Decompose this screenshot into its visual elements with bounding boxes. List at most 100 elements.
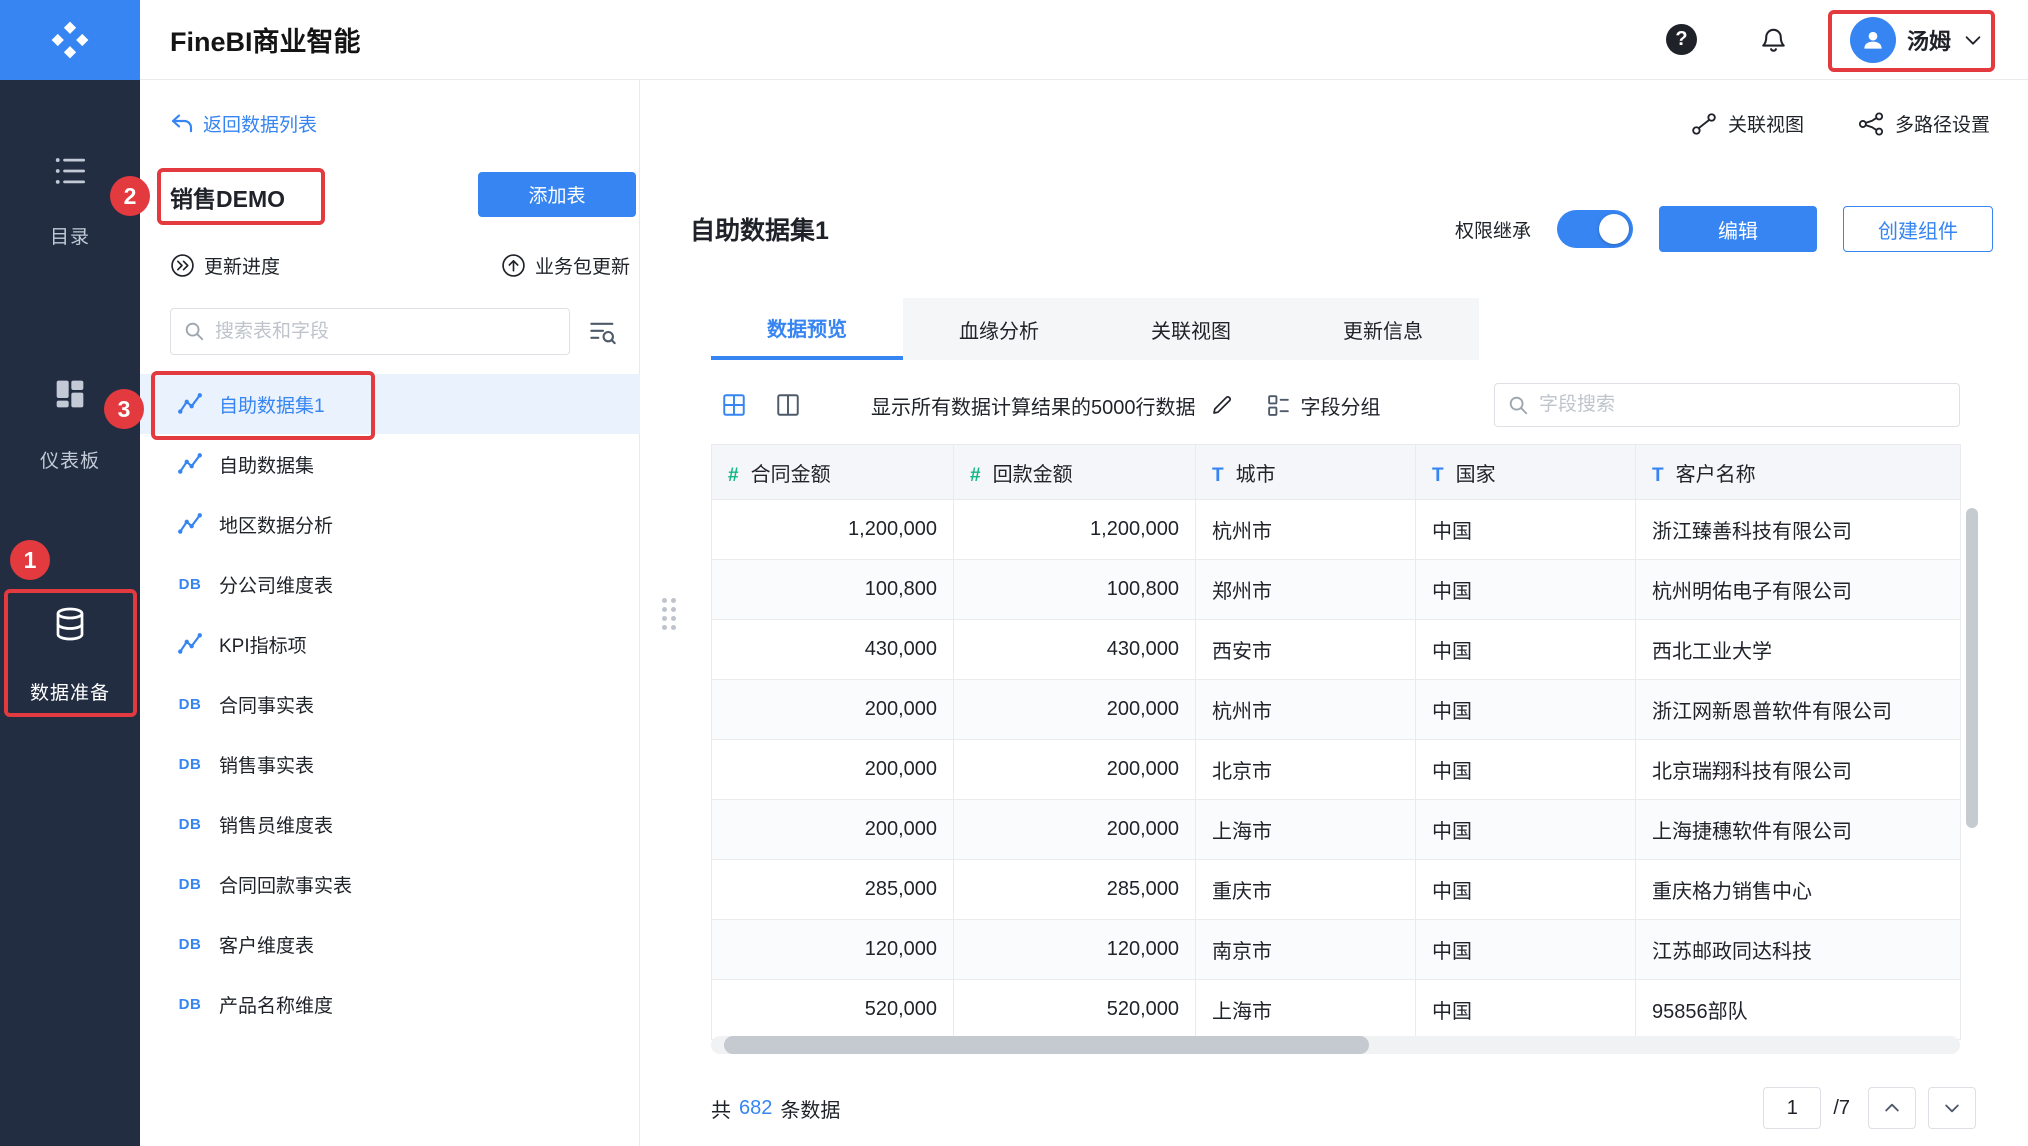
panel-resize-handle[interactable] — [662, 598, 676, 630]
list-item[interactable]: DB 分公司维度表 — [140, 554, 640, 614]
package-title[interactable]: 销售DEMO — [170, 180, 285, 214]
column-header[interactable]: T 城市 — [1195, 444, 1416, 500]
user-menu[interactable]: 汤姆 — [1849, 16, 1984, 63]
related-view-link[interactable]: 关联视图 — [1691, 110, 1804, 137]
database-icon — [56, 607, 84, 641]
list-item[interactable]: DB 销售员维度表 — [140, 794, 640, 854]
catalog-list-icon — [55, 158, 85, 184]
table-cell: 北京市 — [1195, 739, 1416, 800]
nav-item-data-preparation[interactable]: 数据准备 — [0, 606, 140, 705]
tab-data-preview[interactable]: 数据预览 — [711, 298, 903, 360]
column-header[interactable]: T 国家 — [1415, 444, 1636, 500]
update-progress-button[interactable]: 更新进度 — [170, 252, 280, 279]
table-row: 285,000 285,000 重庆市 中国 重庆格力销售中心 — [711, 859, 1961, 920]
table-row: 120,000 120,000 南京市 中国 江苏邮政同达科技 — [711, 919, 1961, 980]
dashboard-icon — [56, 380, 84, 408]
permission-label: 权限继承 — [1454, 220, 1531, 242]
field-group-label: 字段分组 — [1300, 396, 1381, 419]
horizontal-scrollbar[interactable] — [711, 1036, 1960, 1054]
list-filter-icon[interactable] — [584, 311, 622, 353]
table-row: 200,000 200,000 杭州市 中国 浙江网新恩普软件有限公司 — [711, 679, 1961, 740]
table-cell: 285,000 — [953, 859, 1196, 920]
back-to-data-list-link[interactable]: 返回数据列表 — [170, 110, 317, 137]
upload-circle-icon — [502, 254, 525, 277]
table-cell: 430,000 — [711, 619, 954, 680]
list-item[interactable]: 地区数据分析 — [140, 494, 640, 554]
table-cell: 200,000 — [953, 799, 1196, 860]
total-records: 共 682 条数据 — [711, 1094, 840, 1123]
table-cell: 200,000 — [711, 679, 954, 740]
previous-page-button[interactable] — [1868, 1087, 1916, 1129]
list-item[interactable]: 自助数据集1 — [140, 374, 640, 434]
table-cell: 中国 — [1415, 859, 1636, 920]
line-chart-icon — [174, 631, 206, 657]
list-item[interactable]: DB 产品名称维度 — [140, 974, 640, 1034]
list-item[interactable]: DB 合同回款事实表 — [140, 854, 640, 914]
table-cell: 100,800 — [711, 559, 954, 620]
text-type-icon: T — [1652, 464, 1664, 486]
vertical-scrollbar-thumb[interactable] — [1966, 508, 1978, 828]
multipath-settings-link[interactable]: 多路径设置 — [1858, 110, 1990, 137]
column-header[interactable]: # 回款金额 — [953, 444, 1196, 500]
db-table-icon: DB — [178, 575, 202, 593]
db-table-icon: DB — [178, 815, 202, 833]
total-count: 682 — [739, 1096, 773, 1119]
app-logo[interactable] — [0, 0, 140, 80]
field-group-button[interactable]: 字段分组 — [1266, 391, 1381, 420]
grid-view-icon[interactable] — [721, 392, 747, 418]
package-update-label: 业务包更新 — [534, 257, 630, 278]
help-icon[interactable]: ? — [1665, 24, 1697, 55]
list-item[interactable]: KPI指标项 — [140, 614, 640, 674]
tab-lineage-analysis[interactable]: 血缘分析 — [903, 298, 1095, 360]
nav-item-dashboard[interactable]: 仪表板 — [0, 378, 140, 473]
permission-toggle[interactable] — [1557, 210, 1633, 248]
package-update-button[interactable]: 业务包更新 — [501, 252, 630, 279]
list-item[interactable]: DB 客户维度表 — [140, 914, 640, 974]
dataset-actions: 权限继承 编辑 创建组件 — [1455, 206, 1993, 252]
dataset-title: 自助数据集1 — [690, 217, 829, 245]
update-row: 更新进度 业务包更新 — [170, 252, 630, 279]
next-page-button[interactable] — [1928, 1087, 1976, 1129]
app-title: FineBI商业智能 — [170, 27, 361, 57]
table-cell: 杭州明佑电子有限公司 — [1635, 559, 1961, 620]
table-cell: 浙江臻善科技有限公司 — [1635, 499, 1961, 560]
db-table-icon: DB — [178, 935, 202, 953]
page-number-input[interactable] — [1763, 1087, 1822, 1129]
horizontal-scrollbar-thumb[interactable] — [724, 1036, 1369, 1054]
add-table-button[interactable]: 添加表 — [478, 172, 636, 217]
table-cell: 285,000 — [711, 859, 954, 920]
list-item[interactable]: DB 销售事实表 — [140, 734, 640, 794]
table-cell: 浙江网新恩普软件有限公司 — [1635, 679, 1961, 740]
table-search-input[interactable] — [170, 308, 570, 355]
dataset-tabs: 数据预览 血缘分析 关联视图 更新信息 — [711, 298, 1479, 360]
column-header[interactable]: T 客户名称 — [1635, 444, 1961, 500]
column-view-icon[interactable] — [775, 392, 801, 418]
progress-icon — [171, 254, 194, 277]
field-search-input[interactable] — [1494, 383, 1960, 427]
db-table-icon: DB — [178, 875, 202, 893]
column-label: 回款金额 — [992, 463, 1073, 486]
rows-info-text: 显示所有数据计算结果的5000行数据 — [871, 396, 1196, 419]
db-table-icon: DB — [178, 755, 202, 773]
finebi-logo-icon — [51, 21, 89, 58]
create-component-button[interactable]: 创建组件 — [1843, 206, 1993, 252]
edit-button[interactable]: 编辑 — [1659, 206, 1817, 252]
data-table: # 合同金额 # 回款金额 T 城市 T 国家 T 客户名称 1,200,000 1,200,000… — [711, 444, 1961, 1040]
list-item[interactable]: DB 合同事实表 — [140, 674, 640, 734]
column-header[interactable]: # 合同金额 — [711, 444, 954, 500]
table-cell: 西北工业大学 — [1635, 619, 1961, 680]
page-total-label: /7 — [1833, 1096, 1850, 1119]
column-label: 城市 — [1235, 463, 1276, 486]
multipath-settings-label: 多路径设置 — [1894, 115, 1990, 136]
table-cell: 中国 — [1415, 499, 1636, 560]
back-link-label: 返回数据列表 — [203, 115, 318, 136]
list-item[interactable]: 自助数据集 — [140, 434, 640, 494]
notification-bell-icon[interactable] — [1759, 25, 1788, 54]
tab-update-info[interactable]: 更新信息 — [1287, 298, 1479, 360]
text-type-icon: T — [1212, 464, 1224, 486]
table-cell: 西安市 — [1195, 619, 1416, 680]
list-item-label: 客户维度表 — [219, 935, 315, 957]
nav-item-catalog[interactable]: 目录 — [0, 156, 140, 249]
edit-rows-pencil-icon[interactable] — [1210, 393, 1234, 417]
tab-related-view[interactable]: 关联视图 — [1095, 298, 1287, 360]
